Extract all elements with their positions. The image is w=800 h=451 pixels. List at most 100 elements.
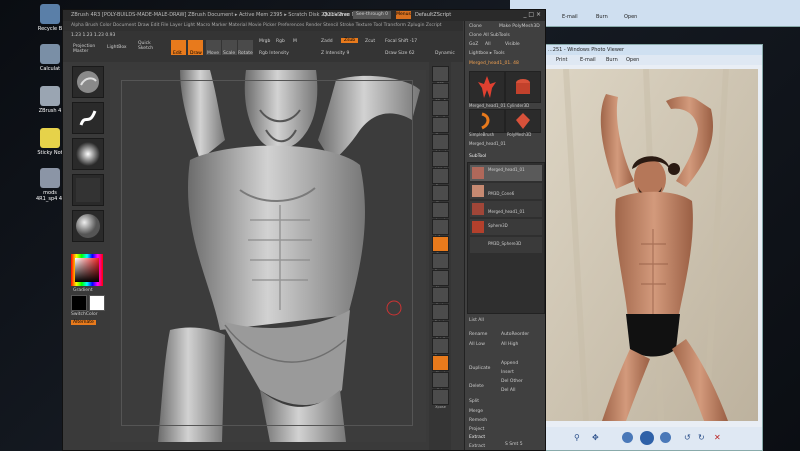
lightbox-button[interactable]: LightBox — [107, 45, 127, 50]
rename-button[interactable]: Rename — [469, 332, 487, 337]
tool-thumb-polymesh[interactable] — [505, 109, 541, 133]
menu-open[interactable]: Open — [626, 55, 639, 65]
photo-viewer-background-window[interactable]: E-mail Burn Open — [510, 0, 800, 27]
brush-thumbnail-texture[interactable] — [72, 174, 104, 206]
shelf-button-aahalf[interactable]: AAHalf — [432, 151, 449, 171]
shelf-button-floor[interactable]: Floor — [432, 185, 449, 205]
see-through-slider[interactable]: See-through 0 — [353, 11, 391, 19]
rotate-left-icon[interactable]: ↺ — [684, 433, 694, 443]
clone-button[interactable]: Clone — [469, 24, 482, 29]
s-smt-slider[interactable]: S Smt 5 — [505, 442, 523, 447]
slideshow-icon[interactable] — [640, 431, 654, 445]
shelf-button-persp[interactable]: Persp — [432, 168, 449, 188]
shelf-button-scale[interactable]: Scale — [432, 287, 449, 307]
menu-burn[interactable]: Burn — [596, 14, 608, 20]
quicksave-button[interactable]: QuickSave — [323, 12, 349, 18]
focal-shift-slider[interactable]: Focal Shift -17 — [385, 39, 417, 44]
make-polymesh-button[interactable]: Make PolyMesh3D — [499, 24, 540, 29]
del-all-button[interactable]: Del All — [501, 388, 516, 393]
desktop-icon-calculator[interactable]: Calculat — [36, 44, 64, 72]
shelf-button-ghost[interactable]: Ghost — [432, 355, 449, 375]
switchcolor-button[interactable]: SwitchColor — [71, 312, 98, 317]
menu-burn[interactable]: Burn — [606, 55, 618, 65]
shelf-button-zoom[interactable]: Zoom — [432, 117, 449, 137]
lightbox-tools-button[interactable]: Lightbox ▸ Tools — [469, 51, 505, 56]
visible-button[interactable]: Visible — [505, 42, 520, 47]
brush-thumbnail-material[interactable] — [72, 210, 104, 242]
gradient-label[interactable]: Gradient — [73, 288, 93, 293]
shelf-button-gxyz[interactable]: Gxyz — [432, 236, 449, 256]
subtool-row[interactable]: Merged_head1_01 — [470, 165, 542, 181]
shelf-button-actual[interactable]: Actual — [432, 134, 449, 154]
tool-thumb-cylinder[interactable] — [505, 71, 541, 103]
zoom-icon[interactable]: ⚲ — [574, 433, 584, 443]
default-zscript-button[interactable]: DefaultZScript — [415, 12, 451, 18]
shelf-button-local[interactable]: Local — [432, 202, 449, 222]
next-icon[interactable] — [660, 432, 671, 443]
previous-icon[interactable] — [622, 432, 633, 443]
zcut-button[interactable]: Zcut — [365, 39, 375, 44]
merge-button[interactable]: Merge — [469, 409, 483, 414]
photo-viewer-window[interactable]: ...251 - Windows Photo Viewer Print E-ma… — [543, 44, 763, 451]
brush-thumbnail-alpha[interactable] — [72, 138, 104, 170]
shelf-button-transp[interactable]: Transp — [432, 338, 449, 358]
project-button[interactable]: Project — [469, 427, 484, 432]
brush-thumbnail-stroke[interactable] — [72, 102, 104, 134]
quick-sketch-button[interactable]: Quick Sketch — [138, 41, 164, 51]
fit-window-icon[interactable]: ✥ — [592, 433, 602, 443]
remesh-button[interactable]: Remesh — [469, 418, 487, 423]
menu-email[interactable]: E-mail — [562, 14, 578, 20]
desktop-icon-mods[interactable]: mods 4R1_sp4 4K — [36, 168, 65, 202]
menu-open[interactable]: Open — [624, 14, 637, 20]
mrgb-button[interactable]: Mrgb — [259, 39, 270, 44]
shelf-button-polyf[interactable]: PolyF — [432, 321, 449, 341]
subtool-row[interactable]: PM3D_Sphere3D — [470, 237, 542, 253]
shelf-button-frame[interactable]: Frame — [432, 253, 449, 273]
window-controls[interactable]: _ □ × — [523, 11, 541, 18]
desktop-icon-recycle-bin[interactable]: Recycle B — [36, 4, 64, 32]
del-other-button[interactable]: Del Other — [501, 379, 523, 384]
alternate-button[interactable]: Alternate — [71, 320, 96, 325]
shelf-button-l-sym[interactable]: L.Sym — [432, 219, 449, 239]
color-picker-square[interactable] — [75, 258, 99, 282]
rgb-intensity-slider[interactable]: Rgb Intensity — [259, 51, 289, 56]
all-low-button[interactable]: All Low — [469, 342, 485, 347]
delete-icon[interactable]: ✕ — [714, 433, 724, 443]
color-picker[interactable] — [71, 254, 103, 286]
zbrush-menu-bar[interactable]: Alpha Brush Color Document Draw Edit Fil… — [63, 21, 463, 31]
list-all-button[interactable]: List All — [469, 318, 484, 323]
zbrush-window[interactable]: ZBrush 4R3 [POLY-BUILDS-MADE-MALE-DRAW] … — [62, 9, 546, 451]
goz-button[interactable]: GoZ — [469, 42, 478, 47]
tool-thumb-simplebrush[interactable] — [469, 109, 505, 133]
shelf-button-bpr[interactable]: BPR — [432, 66, 449, 86]
rotate-right-icon[interactable]: ↻ — [698, 433, 708, 443]
shelf-button-solo[interactable]: Solo — [432, 372, 449, 392]
menu-email[interactable]: E-mail — [580, 55, 596, 65]
shelf-button-xpose[interactable]: Xpose — [432, 389, 449, 409]
autoreorder-button[interactable]: AutoReorder — [501, 332, 529, 337]
menus-button[interactable]: Menus — [396, 11, 411, 19]
split-button[interactable]: Split — [469, 399, 479, 404]
subtool-row[interactable]: PM3D_Cone6 — [470, 183, 542, 199]
desktop-icon-zbrush[interactable]: ZBrush 4 — [36, 86, 64, 114]
projection-master-button[interactable]: Projection Master — [73, 44, 101, 54]
menu-print[interactable]: Print — [556, 55, 568, 65]
shelf-button-scroll[interactable]: Scroll — [432, 100, 449, 120]
desktop-icon-sticky-notes[interactable]: Sticky Not — [36, 128, 64, 156]
shelf-button-spix-3[interactable]: SPix 3 — [432, 83, 449, 103]
dynamic-button[interactable]: Dynamic — [435, 51, 455, 56]
rgb-button[interactable]: Rgb — [276, 39, 285, 44]
subtool-header[interactable]: SubTool — [469, 154, 486, 159]
zadd-button[interactable]: Zadd — [321, 39, 333, 44]
shelf-button-rotate[interactable]: Rotate — [432, 304, 449, 324]
extract-header[interactable]: Extract — [469, 435, 485, 440]
main-color-swatch[interactable] — [71, 295, 87, 311]
brush-thumbnail-clay[interactable] — [72, 66, 104, 98]
append-button[interactable]: Append — [501, 361, 518, 366]
all-high-button[interactable]: All High — [501, 342, 518, 347]
draw-size-slider[interactable]: Draw Size 62 — [385, 51, 415, 56]
tool-thumb-merged-head[interactable] — [469, 71, 505, 103]
secondary-color-swatch[interactable] — [89, 295, 105, 311]
delete-button[interactable]: Delete — [469, 384, 484, 389]
subtool-row[interactable]: Sphere3D — [470, 219, 542, 235]
